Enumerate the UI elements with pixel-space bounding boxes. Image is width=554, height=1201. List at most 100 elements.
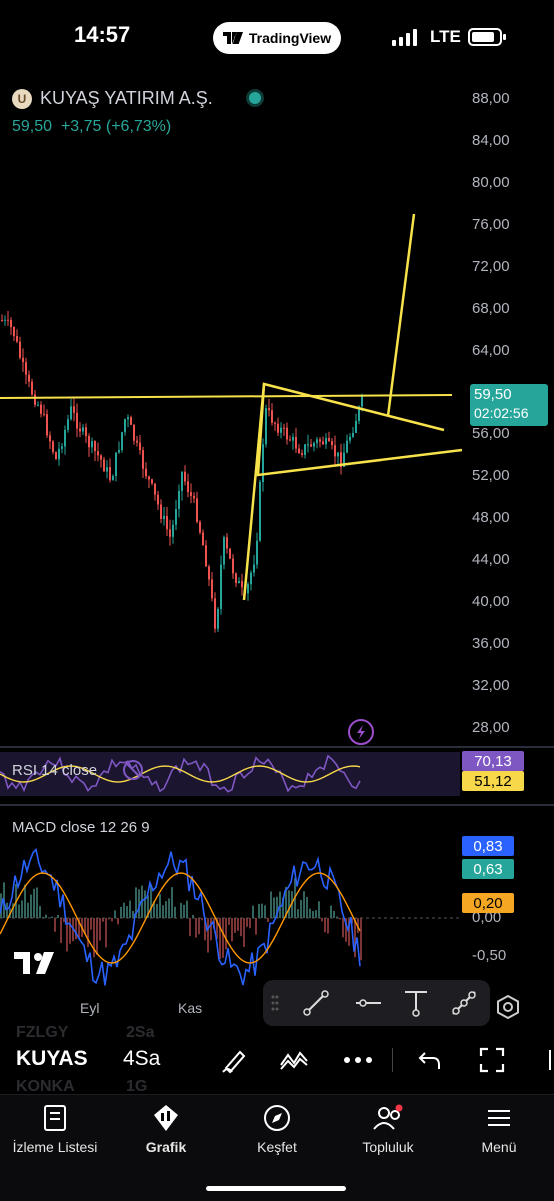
macd-hist-bar bbox=[168, 898, 170, 918]
price-axis-label: 68,00 bbox=[472, 300, 510, 317]
horizontal-ray-tool-icon[interactable] bbox=[345, 980, 391, 1026]
macd-hist-bar bbox=[246, 918, 248, 927]
macd-hist-bar bbox=[264, 905, 266, 918]
trend-line-tool-icon[interactable] bbox=[293, 980, 339, 1026]
macd-hist-bar bbox=[198, 918, 200, 934]
candle-body bbox=[58, 449, 60, 460]
macd-hist-bar bbox=[252, 906, 254, 918]
rsi-value: 70,13 bbox=[462, 751, 524, 771]
toolbar-divider bbox=[392, 1048, 393, 1072]
candle-body bbox=[196, 498, 198, 521]
price-axis-label: 44,00 bbox=[472, 551, 510, 568]
nav-explore[interactable]: Keşfet bbox=[222, 1103, 332, 1155]
nav-menu[interactable]: Menü bbox=[444, 1103, 554, 1155]
candle-body bbox=[178, 491, 180, 509]
interval-selector[interactable]: 4Sa bbox=[123, 1047, 160, 1071]
app-pill-label: TradingView bbox=[249, 30, 331, 46]
macd-hist-bar bbox=[24, 884, 26, 918]
macd-hist-bar bbox=[180, 903, 182, 918]
macd-title[interactable]: MACD close 12 26 9 bbox=[12, 819, 150, 836]
nav-watchlist[interactable]: İzleme Listesi bbox=[0, 1103, 110, 1155]
macd-signal-value: 0,63 bbox=[462, 859, 514, 879]
candle-body bbox=[277, 424, 279, 433]
network-label: LTE bbox=[430, 27, 461, 47]
target-projection-line bbox=[388, 214, 414, 416]
candle-body bbox=[88, 436, 90, 447]
candle-body bbox=[157, 495, 159, 505]
macd-hist-bar bbox=[258, 904, 260, 918]
candle-body bbox=[331, 441, 333, 445]
macd-hist-bar bbox=[156, 904, 158, 918]
lightning-icon bbox=[349, 720, 373, 744]
candle-body bbox=[85, 427, 87, 436]
indicators-icon[interactable] bbox=[278, 1044, 310, 1076]
candle-body bbox=[13, 327, 15, 336]
candle-body bbox=[7, 320, 9, 321]
candle-body bbox=[145, 469, 147, 477]
candle-body bbox=[289, 439, 291, 440]
candle-body bbox=[301, 453, 303, 455]
macd-hist-bar bbox=[339, 918, 341, 919]
candle-body bbox=[46, 414, 48, 435]
macd-hist-bar bbox=[21, 900, 23, 918]
macd-hist-bar bbox=[87, 918, 89, 947]
macd-hist-bar bbox=[342, 918, 344, 937]
candle-body bbox=[25, 362, 27, 375]
candle-body bbox=[61, 446, 63, 448]
macd-hist-bar bbox=[360, 918, 362, 960]
macd-hist-bar bbox=[219, 918, 221, 959]
macd-hist-bar bbox=[270, 891, 272, 918]
macd-axis-label: -0,50 bbox=[472, 947, 506, 964]
candle-body bbox=[220, 565, 222, 609]
rsi-title[interactable]: RSI 14 close bbox=[12, 762, 97, 779]
nav-chart[interactable]: Grafik bbox=[111, 1103, 221, 1155]
drawing-tools-icon[interactable] bbox=[218, 1044, 250, 1076]
status-time: 14:57 bbox=[74, 22, 130, 48]
candle-body bbox=[334, 445, 336, 456]
candle-body bbox=[295, 437, 297, 449]
candle-body bbox=[217, 609, 219, 629]
candle-body bbox=[79, 429, 81, 432]
book-icon bbox=[41, 1103, 69, 1133]
macd-hist-bar bbox=[207, 918, 209, 953]
candle-body bbox=[94, 441, 96, 451]
price-range-tool-icon[interactable] bbox=[393, 980, 439, 1026]
candle-body bbox=[271, 410, 273, 423]
undo-icon[interactable] bbox=[414, 1044, 446, 1076]
candle-body bbox=[64, 430, 66, 446]
candle-body bbox=[286, 428, 288, 440]
price-axis-label: 88,00 bbox=[472, 90, 510, 107]
parallel-channel-tool-icon[interactable] bbox=[441, 980, 487, 1026]
candle-body bbox=[40, 405, 42, 414]
macd-hist-bar bbox=[174, 907, 176, 918]
drag-handle-icon[interactable] bbox=[263, 980, 287, 1026]
macd-hist-bar bbox=[18, 905, 20, 918]
more-options-icon[interactable] bbox=[342, 1044, 374, 1076]
candle-body bbox=[232, 559, 234, 574]
macd-hist-bar bbox=[249, 918, 251, 928]
symbol-selector[interactable]: KUYAS bbox=[16, 1047, 88, 1071]
candle-body bbox=[175, 509, 177, 525]
macd-hist-bar bbox=[39, 906, 41, 918]
candle-body bbox=[76, 413, 78, 429]
candle-body bbox=[136, 441, 138, 443]
fullscreen-icon[interactable] bbox=[476, 1044, 508, 1076]
candle-body bbox=[184, 472, 186, 482]
candle-body bbox=[181, 472, 183, 491]
macd-hist-bar bbox=[189, 918, 191, 936]
macd-hist-bar bbox=[111, 918, 113, 921]
macd-hist-bar bbox=[225, 918, 227, 949]
chart-settings-icon[interactable] bbox=[494, 993, 522, 1021]
app-pill: TradingView bbox=[213, 22, 341, 54]
candle-body bbox=[172, 525, 174, 537]
candle-body bbox=[127, 417, 129, 419]
candle-body bbox=[265, 408, 267, 444]
candle-body bbox=[322, 441, 324, 444]
macd-hist-bar bbox=[321, 918, 323, 921]
macd-hist-bar bbox=[327, 918, 329, 933]
macd-hist-bar bbox=[255, 918, 257, 935]
price-axis-label: 80,00 bbox=[472, 174, 510, 191]
nav-community[interactable]: Topluluk bbox=[333, 1103, 443, 1155]
ghost-symbol: FZLGY bbox=[16, 1024, 68, 1042]
candle-body bbox=[49, 435, 51, 441]
